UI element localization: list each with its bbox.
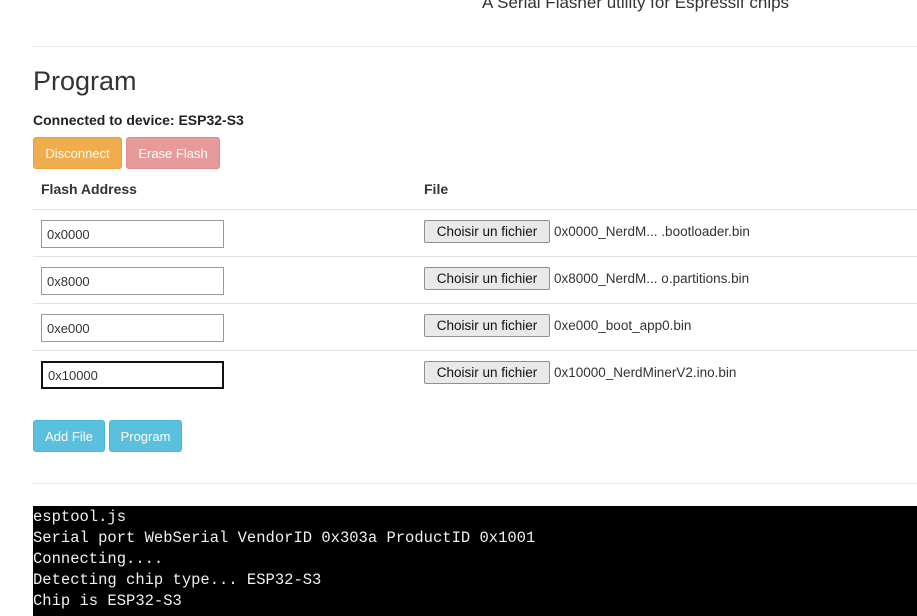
- choose-file-button[interactable]: Choisir un fichier: [424, 267, 550, 290]
- program-button[interactable]: Program: [109, 420, 182, 452]
- selected-file-name: 0xe000_boot_app0.bin: [554, 318, 692, 333]
- row-divider: [33, 350, 917, 351]
- terminal-line: esptool.js: [33, 508, 127, 526]
- connection-status: Connected to device: ESP32-S3: [33, 112, 244, 128]
- selected-file-name: 0x8000_NerdM... o.partitions.bin: [554, 271, 750, 286]
- terminal-output[interactable]: esptool.js Serial port WebSerial VendorI…: [33, 506, 917, 616]
- erase-flash-button[interactable]: Erase Flash: [126, 137, 220, 169]
- section-divider: [33, 483, 917, 484]
- row-divider: [33, 256, 917, 257]
- terminal-line: Detecting chip type... ESP32-S3: [33, 571, 322, 589]
- column-header-file: File: [424, 181, 449, 197]
- page-title: Program: [33, 66, 137, 96]
- selected-file-name: 0x0000_NerdM... .bootloader.bin: [554, 224, 750, 239]
- selected-file-name: 0x10000_NerdMinerV2.ino.bin: [554, 365, 737, 380]
- choose-file-button[interactable]: Choisir un fichier: [424, 361, 550, 384]
- terminal-line: Connecting....: [33, 550, 164, 568]
- terminal-line: Serial port WebSerial VendorID 0x303a Pr…: [33, 529, 536, 547]
- flash-address-input[interactable]: [41, 220, 224, 248]
- terminal-line: Chip is ESP32-S3: [33, 592, 182, 610]
- choose-file-button[interactable]: Choisir un fichier: [424, 314, 550, 337]
- column-header-flash-address: Flash Address: [41, 181, 137, 197]
- choose-file-button[interactable]: Choisir un fichier: [424, 220, 550, 243]
- header-divider: [33, 46, 917, 47]
- row-divider: [33, 209, 917, 210]
- flash-address-input[interactable]: [41, 314, 224, 342]
- disconnect-button[interactable]: Disconnect: [33, 137, 122, 169]
- row-divider: [33, 303, 917, 304]
- flash-address-input[interactable]: [41, 361, 224, 389]
- flash-address-input[interactable]: [41, 267, 224, 295]
- add-file-button[interactable]: Add File: [33, 420, 105, 452]
- app-subtitle: A Serial Flasher utility for Espressif c…: [482, 0, 790, 12]
